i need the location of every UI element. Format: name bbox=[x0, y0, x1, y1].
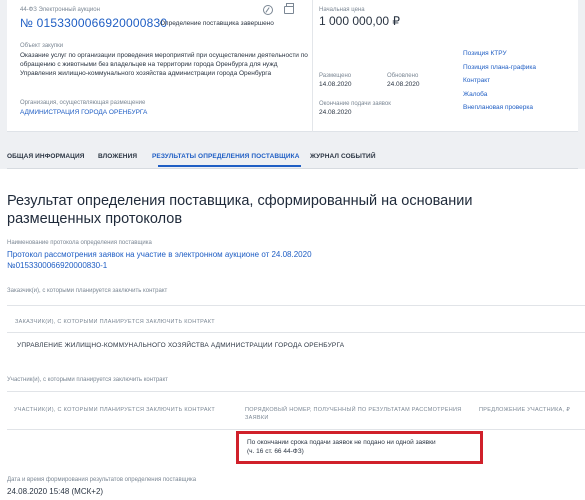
print-icon[interactable] bbox=[284, 3, 294, 14]
customers-column-header: ЗАКАЗЧИК(И), С КОТОРЫМИ ПЛАНИРУЕТСЯ ЗАКЛ… bbox=[15, 319, 215, 325]
tab-attachments[interactable]: ВЛОЖЕНИЯ bbox=[98, 153, 137, 160]
customers-label: Заказчик(и), с которыми планируется закл… bbox=[7, 288, 168, 294]
link-plan-position[interactable]: Позиция плана-графика bbox=[463, 63, 536, 72]
notice-text: По окончании срока подачи заявок не пода… bbox=[247, 439, 436, 446]
purchase-header-card: 44-ФЗ Электронный аукцион № 015330006692… bbox=[7, 0, 578, 132]
result-date-label: Дата и время формирования результатов оп… bbox=[7, 477, 197, 483]
registry-number-link[interactable]: № 0153300066920000830 bbox=[20, 16, 167, 30]
link-ktru[interactable]: Позиция КТРУ bbox=[463, 49, 536, 58]
org-label: Организация, осуществляющая размещение bbox=[20, 100, 146, 106]
customers-table: ЗАКАЗЧИК(И), С КОТОРЫМИ ПЛАНИРУЕТСЯ ЗАКЛ… bbox=[7, 305, 585, 367]
header-divider bbox=[312, 0, 313, 132]
updated-date: 24.08.2020 bbox=[387, 81, 420, 88]
status-text: Определение поставщика завершено bbox=[160, 20, 274, 27]
customers-divider bbox=[7, 332, 585, 333]
side-links: Позиция КТРУ Позиция плана-графика Контр… bbox=[463, 49, 536, 117]
link-inspection[interactable]: Внеплановая проверка bbox=[463, 103, 536, 112]
object-text: Оказание услуг по организации проведения… bbox=[20, 52, 308, 77]
protocol-link[interactable]: Протокол рассмотрения заявок на участие … bbox=[7, 249, 347, 271]
org-link[interactable]: АДМИНИСТРАЦИЯ ГОРОДА ОРЕНБУРГА bbox=[20, 108, 147, 117]
protocol-label: Наименование протокола определения поста… bbox=[7, 240, 152, 246]
price-label: Начальная цена bbox=[319, 7, 365, 13]
link-contract[interactable]: Контракт bbox=[463, 76, 536, 85]
notice-law-ref: (ч. 16 ст. 66 44-ФЗ) bbox=[247, 448, 304, 455]
tabs-bar: ОБЩАЯ ИНФОРМАЦИЯ ВЛОЖЕНИЯ РЕЗУЛЬТАТЫ ОПР… bbox=[7, 150, 578, 168]
participants-label: Участник(и), с которыми планируется закл… bbox=[7, 377, 168, 383]
object-label: Объект закупки bbox=[20, 43, 64, 49]
price-value: 1 000 000,00 ₽ bbox=[319, 14, 401, 28]
result-date-value: 24.08.2020 15:48 (МСК+2) bbox=[7, 487, 104, 496]
link-complaint[interactable]: Жалоба bbox=[463, 90, 536, 99]
participants-table: УЧАСТНИК(И), С КОТОРЫМИ ПЛАНИРУЕТСЯ ЗАКЛ… bbox=[7, 391, 585, 471]
no-bids-notice: По окончании срока подачи заявок не пода… bbox=[236, 431, 483, 464]
signature-icon[interactable] bbox=[263, 5, 273, 15]
updated-label: Обновлено bbox=[387, 73, 419, 79]
deadline-label: Окончание подачи заявок bbox=[319, 101, 391, 107]
participants-divider bbox=[7, 429, 585, 430]
tab-general-info[interactable]: ОБЩАЯ ИНФОРМАЦИЯ bbox=[7, 153, 85, 160]
tab-supplier-results[interactable]: РЕЗУЛЬТАТЫ ОПРЕДЕЛЕНИЯ ПОСТАВЩИКА bbox=[152, 153, 300, 160]
page-title: Результат определения поставщика, сформи… bbox=[7, 193, 473, 227]
posted-label: Размещено bbox=[319, 73, 352, 79]
participants-col-offer: ПРЕДЛОЖЕНИЕ УЧАСТНИКА, ₽ bbox=[479, 407, 571, 413]
participants-col-rank: ПОРЯДКОВЫЙ НОМЕР, ПОЛУЧЕННЫЙ ПО РЕЗУЛЬТА… bbox=[245, 407, 462, 421]
participants-col-name: УЧАСТНИК(И), С КОТОРЫМИ ПЛАНИРУЕТСЯ ЗАКЛ… bbox=[14, 407, 216, 413]
tab-event-log[interactable]: ЖУРНАЛ СОБЫТИЙ bbox=[310, 153, 376, 160]
results-content: Результат определения поставщика, сформи… bbox=[0, 169, 585, 500]
deadline-date: 24.08.2020 bbox=[319, 109, 352, 116]
law-type-label: 44-ФЗ Электронный аукцион bbox=[20, 7, 100, 13]
posted-date: 14.08.2020 bbox=[319, 81, 352, 88]
active-tab-indicator bbox=[158, 165, 301, 167]
customer-name: УПРАВЛЕНИЕ ЖИЛИЩНО-КОММУНАЛЬНОГО ХОЗЯЙСТ… bbox=[17, 342, 345, 349]
